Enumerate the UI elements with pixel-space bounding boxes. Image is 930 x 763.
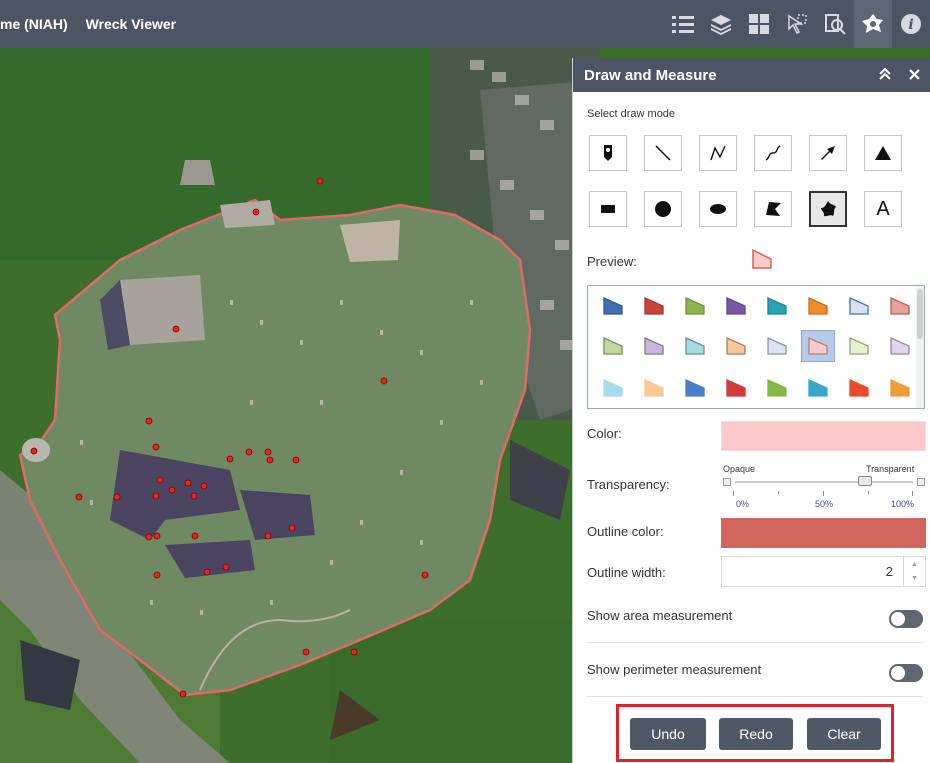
draw-mode-freehand-polygon[interactable]	[809, 191, 847, 227]
draw-mode-ellipse[interactable]	[699, 191, 737, 227]
symbol-swatch[interactable]	[719, 330, 753, 362]
symbol-swatch[interactable]	[842, 330, 876, 362]
tick-50: 50%	[815, 499, 834, 509]
app-header: me (NIAH) Wreck Viewer i	[0, 0, 930, 48]
triangle-icon	[875, 146, 891, 160]
outline-width-label: Outline width:	[587, 565, 666, 580]
draw-mode-triangle[interactable]	[864, 135, 902, 171]
outline-color-label: Outline color:	[587, 524, 664, 539]
app-title: me (NIAH) Wreck Viewer	[0, 16, 190, 32]
opaque-label: Opaque	[723, 464, 756, 474]
text-icon: A	[876, 197, 890, 220]
symbol-swatch[interactable]	[719, 290, 753, 322]
grid-icon[interactable]	[740, 0, 778, 48]
show-area-toggle[interactable]	[889, 610, 923, 628]
select-draw-mode-label: Select draw mode	[587, 108, 676, 120]
draw-mode-circle[interactable]	[644, 191, 682, 227]
draw-mode-polygon[interactable]	[754, 191, 792, 227]
draw-mode-text[interactable]: A	[864, 191, 902, 227]
transparent-label: Transparent	[866, 464, 915, 474]
stepper-up-icon[interactable]: ▲	[904, 557, 925, 571]
symbol-swatch[interactable]	[637, 330, 671, 362]
freehand-line-icon	[765, 145, 781, 161]
symbol-swatch[interactable]	[801, 290, 835, 322]
slider-handle[interactable]	[857, 476, 872, 486]
symbol-swatch[interactable]	[801, 372, 835, 404]
symbol-swatch[interactable]	[801, 330, 835, 362]
symbol-swatch[interactable]	[678, 330, 712, 362]
show-perimeter-label: Show perimeter measurement	[587, 662, 762, 677]
tick-0: 0%	[736, 499, 750, 509]
svg-text:i: i	[908, 17, 913, 33]
query-icon[interactable]	[816, 0, 854, 48]
rectangle-icon	[601, 205, 615, 213]
clear-button[interactable]: Clear	[807, 718, 881, 750]
draw-measure-panel: Draw and Measure Select draw mode A Prev…	[572, 58, 930, 763]
draw-mode-point[interactable]	[589, 135, 627, 171]
symbol-swatch[interactable]	[719, 372, 753, 404]
polygon-icon	[766, 202, 781, 216]
symbol-swatch[interactable]	[883, 330, 917, 362]
symbol-swatch[interactable]	[596, 290, 630, 322]
close-icon[interactable]	[909, 67, 920, 83]
symbol-swatch[interactable]	[883, 372, 917, 404]
info-icon[interactable]: i	[892, 0, 930, 48]
preview-label: Preview:	[587, 254, 637, 269]
layers-icon[interactable]	[702, 0, 740, 48]
chevron-up-double-icon[interactable]	[879, 67, 891, 83]
draw-icon[interactable]	[854, 0, 892, 48]
wreck-viewer-link[interactable]: Wreck Viewer	[86, 16, 177, 32]
transparency-slider[interactable]	[723, 476, 925, 488]
color-label: Color:	[587, 426, 622, 441]
arrow-icon	[821, 146, 835, 160]
point-icon	[604, 145, 612, 161]
panel-header: Draw and Measure	[573, 58, 930, 92]
panel-title: Draw and Measure	[584, 66, 717, 84]
slider-left-arrow[interactable]	[723, 478, 731, 486]
symbol-swatch[interactable]	[760, 372, 794, 404]
tick-100: 100%	[891, 499, 915, 509]
symbol-swatch[interactable]	[842, 372, 876, 404]
symbol-swatch[interactable]	[637, 290, 671, 322]
symbol-swatch[interactable]	[678, 290, 712, 322]
draw-mode-line[interactable]	[644, 135, 682, 171]
polyline-icon	[710, 145, 726, 161]
slider-right-arrow[interactable]	[917, 478, 925, 486]
draw-mode-freehand-line[interactable]	[754, 135, 792, 171]
draw-mode-rectangle[interactable]	[589, 191, 627, 227]
stepper-down-icon[interactable]: ▼	[904, 571, 925, 585]
undo-button[interactable]: Undo	[630, 718, 706, 750]
symbol-swatch[interactable]	[637, 372, 671, 404]
outline-color-picker[interactable]	[721, 518, 926, 548]
outline-width-stepper[interactable]: 2 ▲ ▼	[721, 556, 926, 587]
symbol-swatch[interactable]	[760, 290, 794, 322]
transparency-label: Transparency:	[587, 477, 670, 492]
draw-mode-polyline[interactable]	[699, 135, 737, 171]
symbol-swatch[interactable]	[678, 372, 712, 404]
preview-swatch	[751, 248, 773, 275]
circle-icon	[655, 201, 671, 217]
palette-scrollbar[interactable]	[916, 286, 924, 408]
symbol-swatch[interactable]	[883, 290, 917, 322]
list-icon[interactable]	[664, 0, 702, 48]
title-prefix: me (NIAH)	[0, 16, 68, 32]
outline-width-value: 2	[885, 564, 893, 579]
symbol-swatch[interactable]	[596, 330, 630, 362]
color-picker[interactable]	[721, 421, 926, 451]
symbol-swatch[interactable]	[760, 330, 794, 362]
ellipse-icon	[710, 204, 726, 214]
symbol-swatch[interactable]	[842, 290, 876, 322]
show-perimeter-toggle[interactable]	[889, 664, 923, 682]
symbol-swatch[interactable]	[596, 372, 630, 404]
symbol-palette[interactable]	[587, 285, 925, 409]
show-area-label: Show area measurement	[587, 608, 733, 623]
draw-mode-arrow[interactable]	[809, 135, 847, 171]
line-icon	[655, 145, 671, 161]
select-icon[interactable]	[778, 0, 816, 48]
redo-button[interactable]: Redo	[719, 718, 793, 750]
freehand-polygon-icon	[821, 201, 836, 217]
